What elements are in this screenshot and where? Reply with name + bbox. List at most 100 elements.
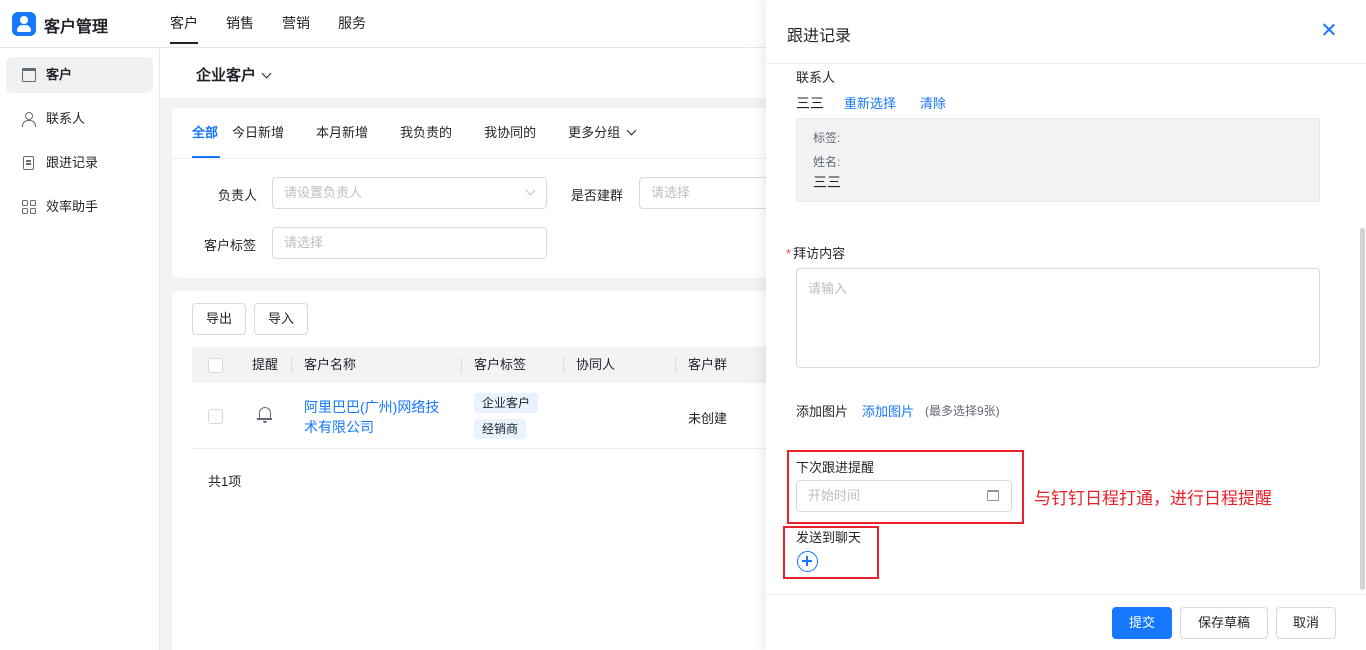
drawer-title: 跟进记录 <box>787 28 852 45</box>
bell-icon[interactable] <box>257 407 272 423</box>
col-collaborators: 协同人 <box>576 357 616 372</box>
sidebar-item-followups[interactable]: 跟进记录 <box>6 145 153 181</box>
tag-select[interactable]: 请选择 <box>272 227 547 259</box>
filter-card: 全部 今日新增 本月新增 我负责的 我协同的 更多分组 负责人 请设置负责人 是… <box>172 108 779 278</box>
drawer-scrollbar[interactable] <box>1360 228 1365 590</box>
tab-more-label: 更多分组 <box>568 125 621 140</box>
document-icon <box>23 156 34 170</box>
group-select[interactable]: 请选择 <box>639 177 779 209</box>
col-reminder: 提醒 <box>252 357 279 372</box>
chevron-down-icon <box>525 185 536 196</box>
import-button[interactable]: 导入 <box>254 303 308 335</box>
save-draft-button[interactable]: 保存草稿 <box>1180 607 1268 639</box>
page-title: 企业客户 <box>196 67 257 84</box>
reminder-label: 下次跟进提醒 <box>796 460 875 475</box>
customer-tag: 经销商 <box>474 419 527 439</box>
col-customer-group: 客户群 <box>688 357 728 372</box>
calendar-icon <box>987 490 999 501</box>
image-label: 添加图片 <box>796 404 849 419</box>
divider <box>461 357 462 373</box>
reminder-date-input[interactable]: 开始时间 <box>796 480 1012 512</box>
group-placeholder: 请选择 <box>651 185 691 200</box>
sidebar-item-label: 跟进记录 <box>46 155 99 170</box>
sidebar-item-customers[interactable]: 客户 <box>6 57 153 93</box>
sidebar-item-label: 联系人 <box>46 111 86 126</box>
divider <box>675 357 676 373</box>
top-nav-sales[interactable]: 销售 <box>226 0 254 48</box>
sidebar: 客户 联系人 跟进记录 效率助手 <box>0 48 160 650</box>
tag-label: 客户标签 <box>204 238 257 253</box>
close-icon[interactable] <box>1321 22 1337 38</box>
table-row[interactable]: 阿里巴巴(广州)网络技术有限公司 企业客户 经销商 未创建 <box>192 383 772 449</box>
followup-drawer: 跟进记录 联系人 三三 重新选择 清除 标签: 姓名: 三三 * 拜访内容 请输入… <box>766 0 1366 650</box>
app-logo-icon <box>12 12 36 36</box>
divider <box>291 357 292 373</box>
select-all-checkbox[interactable] <box>208 358 223 373</box>
table-card: 导出 导入 提醒 客户名称 客户标签 协同人 客户群 阿里巴巴(广州)网络技术有… <box>172 291 772 650</box>
building-icon <box>22 68 36 82</box>
required-mark: * <box>786 246 792 261</box>
submit-button[interactable]: 提交 <box>1112 607 1172 639</box>
tab-month-new[interactable]: 本月新增 <box>316 108 368 158</box>
customer-type-dropdown[interactable]: 企业客户 <box>196 64 272 85</box>
top-nav: 客户 销售 营销 服务 <box>170 0 394 48</box>
sidebar-item-assistant[interactable]: 效率助手 <box>6 189 153 225</box>
owner-select[interactable]: 请设置负责人 <box>272 177 547 209</box>
customer-tag: 企业客户 <box>474 393 539 413</box>
owner-label: 负责人 <box>218 188 258 203</box>
row-checkbox[interactable] <box>208 409 223 424</box>
owner-placeholder: 请设置负责人 <box>284 185 363 200</box>
contact-info-box: 标签: 姓名: 三三 <box>796 118 1320 202</box>
total-count: 共1项 <box>208 474 242 489</box>
col-customer-name: 客户名称 <box>304 357 357 372</box>
contact-value: 三三 <box>796 95 824 111</box>
contact-label: 联系人 <box>796 70 836 85</box>
tab-my-collab[interactable]: 我协同的 <box>484 108 536 158</box>
top-nav-customers[interactable]: 客户 <box>170 0 198 48</box>
add-chat-plus-icon[interactable] <box>797 551 818 572</box>
clear-contact-link[interactable]: 清除 <box>920 93 946 112</box>
image-hint: (最多选择9张) <box>925 404 1000 418</box>
tab-all[interactable]: 全部 <box>192 108 221 158</box>
user-icon <box>22 112 36 127</box>
drawer-footer: 提交 保存草稿 取消 <box>766 594 1366 650</box>
sidebar-item-label: 效率助手 <box>46 199 99 214</box>
send-to-chat-label: 发送到聊天 <box>796 530 862 545</box>
sidebar-item-label: 客户 <box>46 67 73 82</box>
chevron-down-icon <box>626 125 637 136</box>
customer-name-link[interactable]: 阿里巴巴(广州)网络技术有限公司 <box>304 397 452 437</box>
cancel-button[interactable]: 取消 <box>1276 607 1336 639</box>
visit-content-label: * 拜访内容 <box>786 243 845 262</box>
visit-label-text: 拜访内容 <box>793 246 846 261</box>
top-nav-marketing[interactable]: 营销 <box>282 0 310 48</box>
group-label: 是否建群 <box>571 188 624 203</box>
export-button[interactable]: 导出 <box>192 303 246 335</box>
info-tag-label: 标签: <box>813 131 841 145</box>
main-content: 企业客户 全部 今日新增 本月新增 我负责的 我协同的 更多分组 负责人 请设置… <box>160 48 779 650</box>
divider <box>766 63 1366 64</box>
chevron-down-icon <box>261 68 272 79</box>
tag-placeholder: 请选择 <box>284 235 324 250</box>
sub-header: 企业客户 <box>160 48 766 98</box>
sidebar-item-contacts[interactable]: 联系人 <box>6 101 153 137</box>
tab-today-new[interactable]: 今日新增 <box>232 108 284 158</box>
table-header: 提醒 客户名称 客户标签 协同人 客户群 <box>192 347 772 383</box>
visit-content-textarea[interactable]: 请输入 <box>796 268 1320 368</box>
reminder-placeholder: 开始时间 <box>808 488 861 503</box>
group-tabs: 全部 今日新增 本月新增 我负责的 我协同的 更多分组 <box>192 108 667 158</box>
info-name-value: 三三 <box>813 174 841 190</box>
divider <box>563 357 564 373</box>
annotation-text: 与钉钉日程打通，进行日程提醒 <box>1034 489 1272 509</box>
top-nav-service[interactable]: 服务 <box>338 0 366 48</box>
tab-my-owned[interactable]: 我负责的 <box>400 108 452 158</box>
app-title: 客户管理 <box>44 19 109 36</box>
divider <box>172 158 772 159</box>
reselect-contact-link[interactable]: 重新选择 <box>844 93 896 112</box>
grid-icon <box>22 200 36 214</box>
info-name-label: 姓名: <box>813 155 841 169</box>
customer-group-status: 未创建 <box>688 411 728 426</box>
visit-placeholder: 请输入 <box>808 281 848 296</box>
col-customer-tags: 客户标签 <box>474 357 527 372</box>
add-image-link[interactable]: 添加图片 <box>862 401 914 420</box>
tab-more-groups[interactable]: 更多分组 <box>568 108 637 158</box>
